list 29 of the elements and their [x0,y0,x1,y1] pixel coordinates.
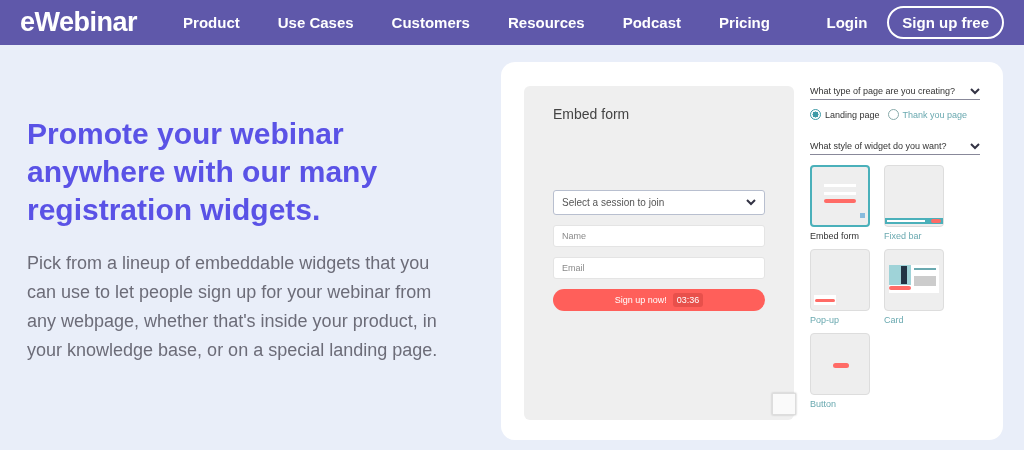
widget-label: Button [810,399,838,409]
chevron-down-icon [746,199,756,206]
signup-now-button[interactable]: Sign up now! 03:36 [553,289,765,311]
widget-thumbnail[interactable] [810,165,870,227]
login-link[interactable]: Login [826,14,868,31]
hero-description: Pick from a lineup of embeddable widgets that you can use to let people sign up for your webinar from any webpage, whether that's inside your product, in your knowledge base, or on a special landing page. [27,252,439,362]
nav-link[interactable]: Customers [391,14,470,31]
widget-style-dropdown[interactable]: What style of widget do you want? [810,141,980,155]
nav-link[interactable]: Resources [507,14,585,31]
page-type-dropdown[interactable]: What type of page are you creating? [810,86,980,100]
hero-heading: Promote your webinar anywhere with our many registration widgets. [27,116,379,228]
session-select[interactable]: Select a session to join [553,190,765,215]
signup-button[interactable]: Sign up free [887,6,1004,39]
nav-link[interactable]: Podcast [622,14,682,31]
input-field[interactable]: Name [553,225,765,247]
widget-label: Fixed bar [884,231,923,241]
form-title: Embed form [553,106,631,122]
widget-label: Embed form [810,231,861,241]
widget-label: Pop-up [810,315,841,325]
chevron-down-icon [970,87,980,95]
nav-link[interactable]: Use Cases [277,14,354,31]
brand-logo[interactable]: eWebinar [20,7,138,38]
nav-link[interactable]: Product [183,14,240,31]
nav-link[interactable]: Pricing [719,14,770,31]
page-type-radio[interactable]: Landing page [810,109,880,120]
countdown-timer: 03:36 [672,293,704,307]
chevron-down-icon [970,142,980,150]
input-field[interactable]: Email [553,257,765,279]
widget-label: Card [884,315,905,325]
